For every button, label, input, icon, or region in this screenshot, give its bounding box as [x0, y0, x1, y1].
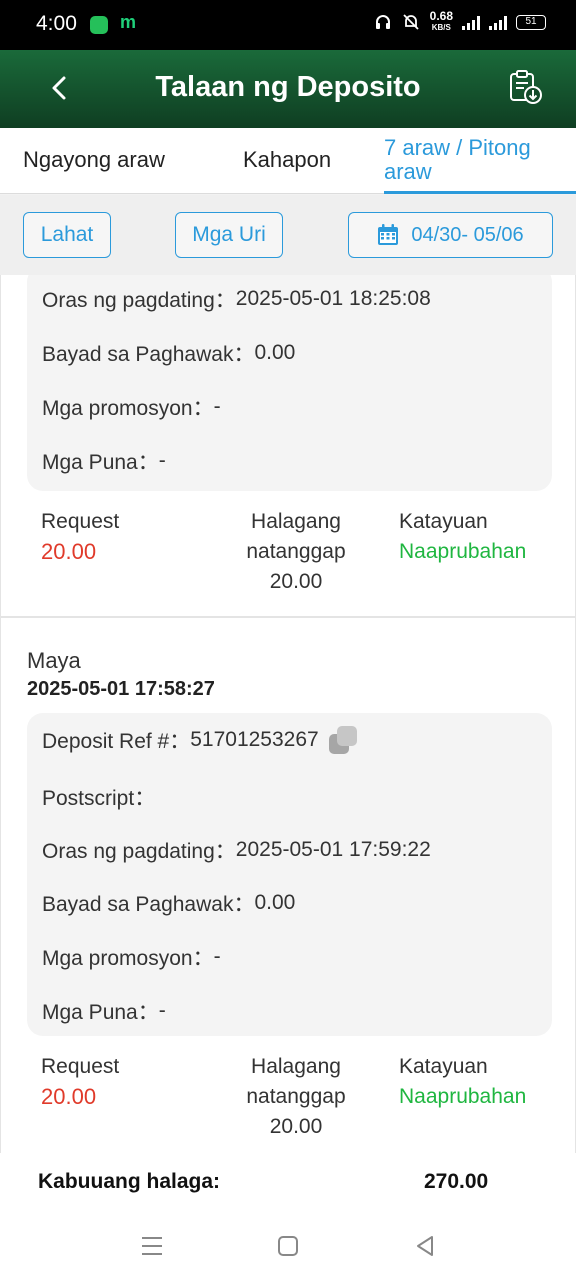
- status-label: Katayuan: [399, 510, 488, 533]
- calendar-icon: [378, 224, 399, 245]
- promotions-value: -: [213, 395, 221, 418]
- page-title: Talaan ng Deposito: [155, 71, 421, 103]
- export-records-button[interactable]: [506, 68, 544, 106]
- promotions-row: Mga promosyon -: [42, 392, 221, 422]
- remarks-value: -: [158, 449, 166, 472]
- status-label: Katayuan: [399, 1055, 488, 1078]
- request-column: Request 20.00: [41, 1052, 119, 1112]
- payment-method: Maya: [27, 648, 81, 673]
- copy-icon[interactable]: [328, 726, 357, 754]
- status-indicators: 0.68 KB/S 51: [374, 9, 546, 33]
- arrival-time-row: Oras ng pagdating 2025-05-01 17:59:22: [42, 835, 431, 865]
- total-summary: Kabuuang halaga: 270.00: [0, 1153, 576, 1211]
- period-tabs: Ngayong araw Kahapon 7 araw / Pitong ara…: [0, 128, 576, 194]
- system-nav-bar: [0, 1211, 576, 1280]
- filter-all-button[interactable]: Lahat: [23, 212, 111, 258]
- arrival-time-value: 2025-05-01 17:59:22: [235, 838, 431, 861]
- postscript-row: Postscript: [42, 782, 155, 812]
- status-badge: Naaprubahan: [399, 1085, 527, 1108]
- created-time: 2025-05-01 17:58:27: [27, 678, 215, 700]
- remarks-row: Mga Puna -: [42, 996, 166, 1026]
- total-label: Kabuuang halaga:: [38, 1170, 221, 1193]
- battery-icon: 51: [516, 14, 546, 30]
- remarks-row: Mga Puna -: [42, 446, 166, 476]
- clipboard-download-icon: [510, 70, 542, 104]
- date-range-label: 04/30- 05/06: [411, 223, 524, 246]
- received-column: Halagang natanggap 20.00: [231, 507, 361, 597]
- promotions-row: Mga promosyon -: [42, 942, 221, 972]
- record-details: Oras ng pagdating 2025-05-01 18:25:08 Ba…: [27, 275, 552, 491]
- muted-bell-icon: [403, 14, 419, 30]
- deposit-record-card: Oras ng pagdating 2025-05-01 18:25:08 Ba…: [0, 275, 576, 617]
- arrival-time-row: Oras ng pagdating 2025-05-01 18:25:08: [42, 284, 431, 314]
- arrival-time-label: Oras ng pagdating: [42, 835, 236, 865]
- record-details: Deposit Ref # 51701253267 Postscript Ora…: [27, 713, 552, 1036]
- remarks-label: Mga Puna: [42, 996, 159, 1026]
- chat-notification-icon: [90, 16, 108, 34]
- status-badge: Naaprubahan: [399, 540, 527, 563]
- promotions-label: Mga promosyon: [42, 942, 214, 972]
- deposit-ref-value: 51701253267: [190, 728, 319, 751]
- app-header: Talaan ng Deposito: [0, 50, 576, 128]
- signal-icon: [489, 14, 507, 30]
- received-label: Halagang natanggap: [246, 510, 346, 563]
- filter-bar: Lahat Mga Uri 04/30- 05/06: [0, 195, 576, 275]
- request-label: Request: [41, 1055, 120, 1078]
- handling-fee-row: Bayad sa Paghawak 0.00: [42, 888, 295, 918]
- request-amount: 20.00: [41, 1084, 97, 1109]
- date-range-button[interactable]: 04/30- 05/06: [348, 212, 553, 258]
- total-value: 270.00: [424, 1170, 489, 1193]
- status-column: Katayuan Naaprubahan: [399, 1052, 526, 1112]
- tab-today[interactable]: Ngayong araw: [23, 147, 165, 173]
- arrival-time-label: Oras ng pagdating: [42, 284, 236, 314]
- handling-fee-value: 0.00: [254, 341, 296, 364]
- signal-4g-icon: [462, 14, 480, 30]
- tab-seven-days[interactable]: 7 araw / Pitong araw: [384, 136, 564, 184]
- arrival-time-value: 2025-05-01 18:25:08: [235, 287, 431, 310]
- request-column: Request 20.00: [41, 507, 119, 567]
- received-amount: 20.00: [269, 1115, 323, 1138]
- menu-icon[interactable]: [137, 1231, 167, 1261]
- handling-fee-label: Bayad sa Paghawak: [42, 338, 254, 368]
- status-bar: 4:00 m 0.68 KB/S 51: [0, 0, 576, 50]
- handling-fee-row: Bayad sa Paghawak 0.00: [42, 338, 295, 368]
- status-column: Katayuan Naaprubahan: [399, 507, 526, 567]
- remarks-value: -: [158, 999, 166, 1022]
- tab-yesterday[interactable]: Kahapon: [243, 147, 331, 173]
- received-column: Halagang natanggap 20.00: [231, 1052, 361, 1142]
- received-label: Halagang natanggap: [246, 1055, 346, 1108]
- deposit-ref-row: Deposit Ref # 51701253267: [42, 725, 357, 755]
- request-label: Request: [41, 510, 120, 533]
- handling-fee-value: 0.00: [254, 891, 296, 914]
- promotions-label: Mga promosyon: [42, 392, 214, 422]
- deposit-ref-label: Deposit Ref #: [42, 725, 190, 755]
- back-triangle-icon[interactable]: [410, 1231, 440, 1261]
- active-tab-indicator: [384, 191, 576, 194]
- postscript-label: Postscript: [42, 782, 155, 812]
- remarks-label: Mga Puna: [42, 446, 159, 476]
- status-time: 4:00: [36, 12, 77, 35]
- home-icon[interactable]: [273, 1231, 303, 1261]
- request-amount: 20.00: [41, 539, 97, 564]
- received-amount: 20.00: [269, 570, 323, 593]
- deposit-record-list[interactable]: Oras ng pagdating 2025-05-01 18:25:08 Ba…: [0, 275, 576, 1153]
- deposit-record-card: Maya 2025-05-01 17:58:27 Deposit Ref # 5…: [0, 617, 576, 1153]
- app-notification-icon: m: [120, 12, 137, 32]
- promotions-value: -: [213, 945, 221, 968]
- network-speed: 0.68 KB/S: [429, 9, 453, 32]
- headphones-icon: [375, 15, 390, 29]
- handling-fee-label: Bayad sa Paghawak: [42, 888, 254, 918]
- filter-types-button[interactable]: Mga Uri: [175, 212, 283, 258]
